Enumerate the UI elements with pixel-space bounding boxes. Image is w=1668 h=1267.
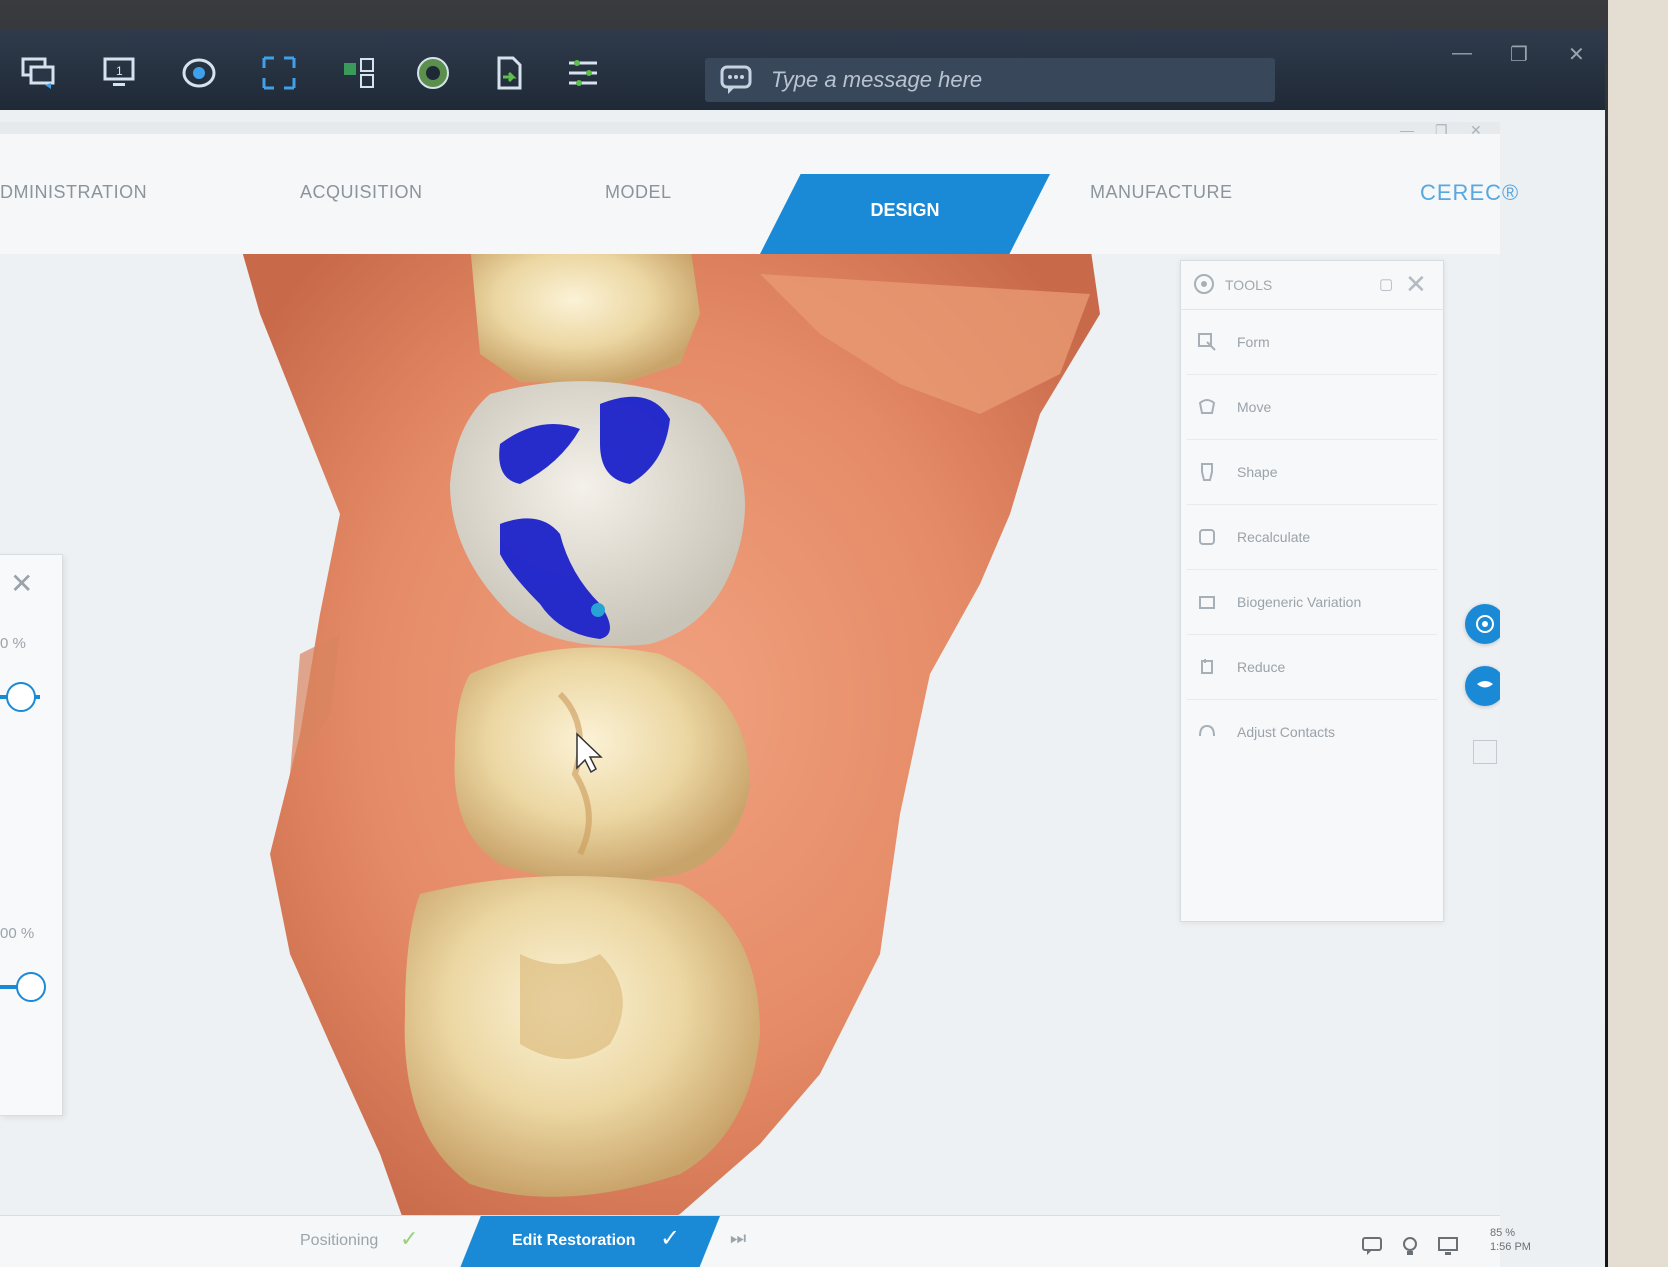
tool-recalculate[interactable]: Recalculate xyxy=(1187,505,1437,570)
phase-tab-administration[interactable]: DMINISTRATION xyxy=(0,182,147,203)
fullscreen-icon[interactable] xyxy=(256,50,302,96)
record-icon[interactable] xyxy=(410,50,456,96)
tool-label: Move xyxy=(1237,399,1272,415)
view-rotate-button[interactable] xyxy=(1465,604,1500,644)
slider-value-1: 0 % xyxy=(0,635,26,652)
tools-icon xyxy=(1194,274,1214,294)
tools-panel: TOOLS ▢ ✕ Form Move Shape Recalculate Bi… xyxy=(1180,260,1444,922)
left-slider-panel: ✕ 0 % 00 % xyxy=(0,554,63,1116)
tool-move[interactable]: Move xyxy=(1187,375,1437,440)
clock: 1:56 PM xyxy=(1490,1241,1531,1253)
phase-bar: DMINISTRATION ACQUISITION MODEL DESIGN M… xyxy=(0,134,1500,255)
tool-label: Shape xyxy=(1237,464,1278,480)
tool-label: Reduce xyxy=(1237,659,1286,675)
tool-label: Biogeneric Variation xyxy=(1237,594,1362,610)
reduce-icon xyxy=(1201,659,1213,674)
zoom-level: 85 % xyxy=(1490,1227,1516,1239)
switch-sides-icon[interactable] xyxy=(336,50,382,96)
phase-tab-design[interactable]: DESIGN xyxy=(760,174,1050,254)
file-transfer-icon[interactable] xyxy=(486,50,532,96)
check-icon: ✓ xyxy=(400,1226,419,1251)
phase-tab-acquisition[interactable]: ACQUISITION xyxy=(300,182,423,203)
panel-detach-icon[interactable]: ▢ xyxy=(1379,275,1393,293)
tool-form[interactable]: Form xyxy=(1187,310,1437,375)
display-icon[interactable]: 1 xyxy=(96,50,142,96)
shape-icon xyxy=(1201,463,1213,481)
form-icon xyxy=(1198,333,1216,351)
lightbulb-icon[interactable] xyxy=(1398,1234,1422,1258)
monitor-tray-icon[interactable] xyxy=(1436,1234,1460,1258)
view-occlusal-button[interactable] xyxy=(1465,666,1500,706)
screen: 1 — ❐ ✕ — ❐ ✕ DMINISTRATION xyxy=(0,30,1605,1267)
tool-biogeneric-variation[interactable]: Biogeneric Variation xyxy=(1187,570,1437,635)
minimize-icon[interactable]: — xyxy=(1452,42,1472,65)
jaw-view-icon xyxy=(1477,681,1493,688)
phase-tab-model[interactable]: MODEL xyxy=(605,182,672,203)
tool-label: Recalculate xyxy=(1237,529,1311,545)
message-box[interactable] xyxy=(705,58,1275,102)
app-title-strip xyxy=(0,122,1500,134)
tool-label: Form xyxy=(1237,334,1270,350)
remote-monitor-icon[interactable] xyxy=(16,50,62,96)
tool-shape[interactable]: Shape xyxy=(1187,440,1437,505)
step-edit-restoration[interactable]: Edit Restoration ✓ xyxy=(460,1216,720,1267)
tray-zoom: 85 % 1:56 PM xyxy=(1490,1226,1531,1254)
message-input[interactable] xyxy=(769,66,1253,94)
phase-tab-manufacture[interactable]: MANUFACTURE xyxy=(1090,182,1233,203)
view-toggle-icon[interactable] xyxy=(1473,740,1497,764)
step-positioning[interactable]: Positioning xyxy=(300,1232,378,1250)
biogeneric-icon xyxy=(1199,596,1215,609)
slider-handle-1[interactable] xyxy=(6,682,36,712)
remote-control-toolbar: 1 — ❐ ✕ xyxy=(0,30,1605,110)
phase-tab-design-label: DESIGN xyxy=(870,200,940,220)
panel-close-icon[interactable]: ✕ xyxy=(10,567,33,600)
message-tray-icon[interactable] xyxy=(1360,1234,1384,1258)
restore-icon[interactable]: ❐ xyxy=(1510,42,1528,67)
step-bar: Positioning ✓ Edit Restoration ✓ ⏭ xyxy=(0,1215,1500,1267)
slider-value-2: 00 % xyxy=(0,925,35,942)
tooth-view-icon xyxy=(1476,615,1494,633)
contacts-icon xyxy=(1199,724,1215,737)
chat-icon xyxy=(720,65,752,94)
tool-reduce[interactable]: Reduce xyxy=(1187,635,1437,700)
slider-handle-2[interactable] xyxy=(16,972,46,1002)
close-icon[interactable]: ✕ xyxy=(1568,42,1585,67)
move-icon xyxy=(1198,399,1216,414)
tool-label: Adjust Contacts xyxy=(1237,724,1336,740)
tools-title: TOOLS xyxy=(1225,277,1273,293)
tool-adjust-contacts[interactable]: Adjust Contacts xyxy=(1187,700,1437,764)
background-wall xyxy=(1608,0,1668,1267)
settings-icon[interactable] xyxy=(560,50,606,96)
brand-logo: CEREC® xyxy=(1420,180,1520,205)
check-icon: ✓ xyxy=(660,1225,681,1252)
next-step-icon[interactable]: ⏭ xyxy=(730,1228,746,1249)
eye-icon[interactable] xyxy=(176,50,222,96)
step-active-label: Edit Restoration xyxy=(512,1232,636,1249)
svg-text:1: 1 xyxy=(116,64,123,78)
3d-viewport[interactable]: ✕ 0 % 00 % TOOLS ▢ ✕ Form Move Shape Rec… xyxy=(0,254,1500,1267)
recalculate-icon xyxy=(1199,529,1215,545)
tools-header: TOOLS ▢ ✕ xyxy=(1181,261,1443,310)
panel-close-icon[interactable]: ✕ xyxy=(1405,269,1427,300)
